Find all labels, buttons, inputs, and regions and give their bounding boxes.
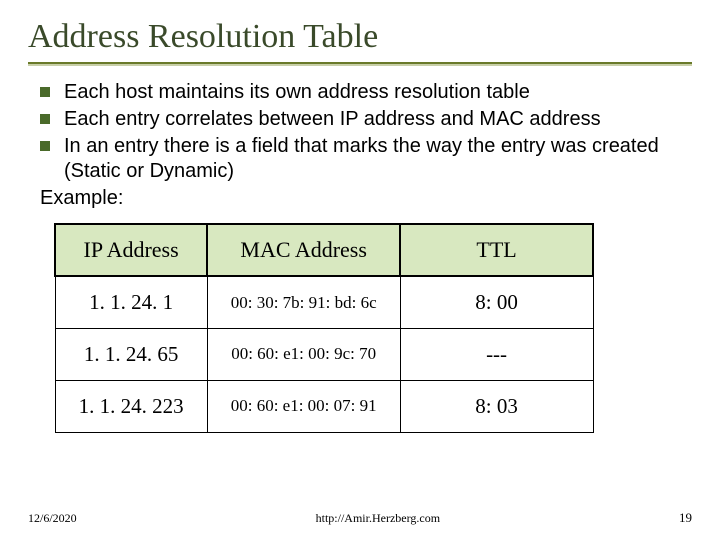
bullet-text: In an entry there is a field that marks … <box>64 134 688 184</box>
th-mac: MAC Address <box>207 224 400 276</box>
footer: 12/6/2020 http://Amir.Herzberg.com 19 <box>28 510 692 526</box>
square-bullet-icon <box>40 141 50 151</box>
table-row: 1. 1. 24. 65 00: 60: e1: 00: 9c: 70 --- <box>55 328 593 380</box>
footer-url: http://Amir.Herzberg.com <box>316 511 440 526</box>
example-label: Example: <box>40 186 688 211</box>
cell-ip: 1. 1. 24. 1 <box>55 276 207 328</box>
cell-ttl: --- <box>400 328 593 380</box>
title-underline <box>28 62 692 64</box>
bullet-item: Each entry correlates between IP address… <box>40 107 688 132</box>
bullet-item: In an entry there is a field that marks … <box>40 134 688 184</box>
cell-mac: 00: 30: 7b: 91: bd: 6c <box>207 276 400 328</box>
cell-ttl: 8: 03 <box>400 380 593 432</box>
address-table: IP Address MAC Address TTL 1. 1. 24. 1 0… <box>54 223 594 433</box>
square-bullet-icon <box>40 87 50 97</box>
cell-ip: 1. 1. 24. 223 <box>55 380 207 432</box>
table-header-row: IP Address MAC Address TTL <box>55 224 593 276</box>
bullet-text: Each entry correlates between IP address… <box>64 107 688 132</box>
table-row: 1. 1. 24. 1 00: 30: 7b: 91: bd: 6c 8: 00 <box>55 276 593 328</box>
bullet-text: Each host maintains its own address reso… <box>64 80 688 105</box>
th-ip: IP Address <box>55 224 207 276</box>
content-area: Each host maintains its own address reso… <box>28 80 692 433</box>
footer-date: 12/6/2020 <box>28 511 77 526</box>
cell-ttl: 8: 00 <box>400 276 593 328</box>
cell-mac: 00: 60: e1: 00: 07: 91 <box>207 380 400 432</box>
th-ttl: TTL <box>400 224 593 276</box>
bullet-item: Each host maintains its own address reso… <box>40 80 688 105</box>
slide: Address Resolution Table Each host maint… <box>0 0 720 540</box>
cell-mac: 00: 60: e1: 00: 9c: 70 <box>207 328 400 380</box>
square-bullet-icon <box>40 114 50 124</box>
table-row: 1. 1. 24. 223 00: 60: e1: 00: 07: 91 8: … <box>55 380 593 432</box>
page-title: Address Resolution Table <box>28 18 692 56</box>
cell-ip: 1. 1. 24. 65 <box>55 328 207 380</box>
footer-page: 19 <box>679 510 692 526</box>
